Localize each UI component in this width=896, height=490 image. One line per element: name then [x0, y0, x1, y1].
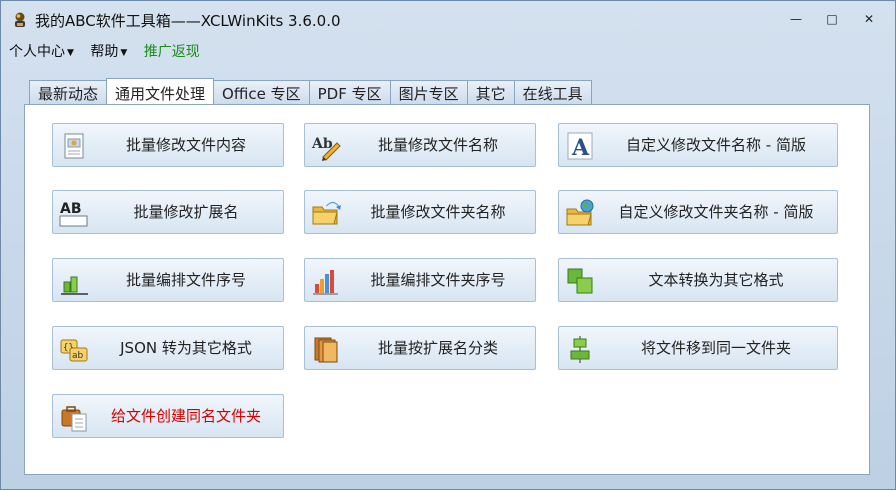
- tool-label: 批量按扩展名分类: [377, 339, 498, 357]
- tool-button-custom-rename-files[interactable]: A 自定义修改文件名称 - 简版: [558, 123, 838, 167]
- green-squares-icon: [567, 268, 593, 294]
- tool-label: 自定义修改文件名称 - 简版: [626, 136, 806, 154]
- menu-help[interactable]: 帮助 ▼: [90, 41, 127, 64]
- tab-office[interactable]: Office 专区: [213, 80, 310, 107]
- close-button[interactable]: ✕: [858, 11, 880, 27]
- tool-label: 批量修改文件内容: [125, 136, 246, 154]
- tool-label: 批量修改文件夹名称: [370, 203, 506, 221]
- tool-label: 自定义修改文件夹名称 - 简版: [618, 203, 814, 221]
- app-window: 我的ABC软件工具箱——XCLWinKits 3.6.0.0 — □ ✕ 个人中…: [0, 0, 896, 490]
- title-bar[interactable]: 我的ABC软件工具箱——XCLWinKits 3.6.0.0 — □ ✕: [1, 1, 895, 37]
- tab-online-tools[interactable]: 在线工具: [513, 80, 592, 107]
- tool-label: 批量修改扩展名: [133, 203, 239, 221]
- tool-label: 批量编排文件夹序号: [370, 271, 506, 289]
- minimize-button[interactable]: —: [785, 11, 807, 27]
- folder-globe-icon: [566, 199, 594, 226]
- ab-extension-icon: AB: [59, 201, 88, 227]
- menu-bar: 个人中心 ▼ 帮助 ▼ 推广返现: [9, 41, 212, 63]
- tool-button-batch-rename-folders[interactable]: 批量修改文件夹名称: [304, 190, 536, 234]
- tool-button-create-same-name-folder[interactable]: 给文件创建同名文件夹: [52, 394, 284, 438]
- tab-panel: 批量修改文件内容 Ab 批量修改文件名称 A 自定义修改文件名称 - 简版 AB…: [24, 104, 870, 475]
- tab-images[interactable]: 图片专区: [389, 80, 468, 107]
- tool-button-batch-number-folders[interactable]: 批量编排文件夹序号: [304, 258, 536, 302]
- letter-a-icon: A: [567, 132, 593, 161]
- tool-label: 文本转换为其它格式: [648, 271, 784, 289]
- svg-text:AB: AB: [60, 201, 82, 217]
- tool-button-classify-by-extension[interactable]: 批量按扩展名分类: [304, 326, 536, 370]
- chevron-down-icon: ▼: [120, 48, 128, 58]
- tool-label: 给文件创建同名文件夹: [110, 407, 261, 425]
- stacked-books-icon: [314, 337, 338, 363]
- folder-arrow-icon: [312, 202, 341, 225]
- tool-button-batch-edit-extension[interactable]: AB 批量修改扩展名: [52, 190, 284, 234]
- tab-latest-news[interactable]: 最新动态: [29, 80, 108, 107]
- document-icon: [64, 133, 84, 159]
- rename-pen-icon: Ab: [311, 136, 341, 161]
- tool-button-batch-rename-files[interactable]: Ab 批量修改文件名称: [304, 123, 536, 167]
- tool-label: JSON 转为其它格式: [120, 339, 252, 357]
- briefcase-docs-icon: [61, 406, 87, 432]
- tool-button-batch-edit-content[interactable]: 批量修改文件内容: [52, 123, 284, 167]
- menu-personal-center[interactable]: 个人中心 ▼: [9, 41, 74, 64]
- json-ab-icon: {} ab: [60, 339, 88, 362]
- tool-button-move-to-one-folder[interactable]: 将文件移到同一文件夹: [558, 326, 838, 370]
- tab-other[interactable]: 其它: [466, 80, 515, 107]
- menu-promotion[interactable]: 推广返现: [144, 41, 200, 63]
- bar-chart-color-icon: [313, 270, 338, 295]
- maximize-button[interactable]: □: [821, 11, 843, 27]
- tool-label: 将文件移到同一文件夹: [640, 339, 791, 357]
- chevron-down-icon: ▼: [67, 48, 74, 58]
- tool-label: 批量编排文件序号: [125, 271, 246, 289]
- svg-text:Ab: Ab: [311, 136, 333, 152]
- window-title: 我的ABC软件工具箱——XCLWinKits 3.6.0.0: [35, 12, 341, 30]
- tab-strip: 最新动态 通用文件处理 Office 专区 PDF 专区 图片专区 其它 在线工具: [29, 77, 592, 108]
- bar-chart-green-icon: [61, 276, 88, 295]
- tool-button-custom-rename-folders[interactable]: 自定义修改文件夹名称 - 简版: [558, 190, 838, 234]
- tool-button-json-convert[interactable]: {} ab JSON 转为其它格式: [52, 326, 284, 370]
- tool-label: 批量修改文件名称: [377, 136, 498, 154]
- tool-button-text-convert[interactable]: 文本转换为其它格式: [558, 258, 838, 302]
- svg-text:A: A: [571, 135, 590, 161]
- tool-button-batch-number-files[interactable]: 批量编排文件序号: [52, 258, 284, 302]
- svg-text:ab: ab: [72, 351, 84, 361]
- tab-pdf[interactable]: PDF 专区: [308, 80, 391, 107]
- app-logo-icon: [15, 12, 25, 27]
- align-blocks-icon: [570, 336, 590, 363]
